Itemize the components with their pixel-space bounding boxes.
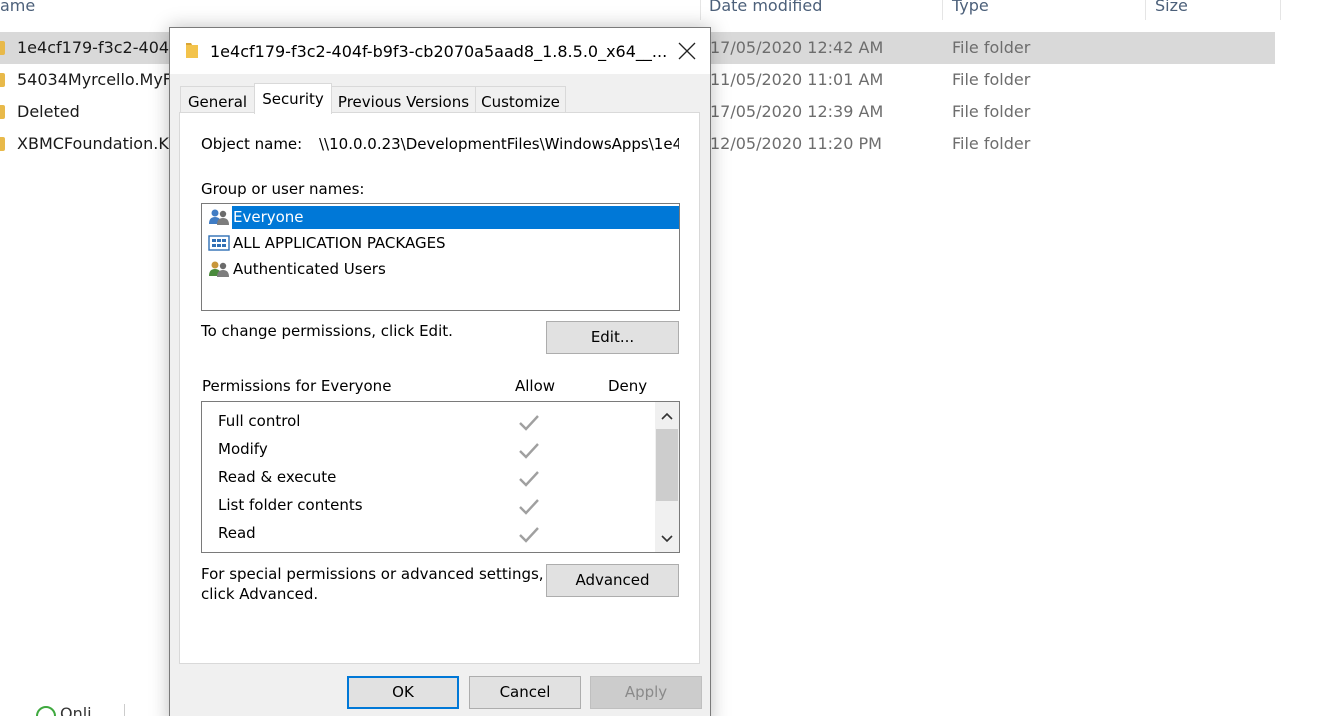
permission-name: Modify — [218, 440, 268, 458]
folder-icon — [0, 105, 5, 119]
list-item[interactable]: ALL APPLICATION PACKAGES — [206, 231, 676, 256]
column-separator[interactable] — [1145, 0, 1146, 20]
group-names-label: Group or user names: — [201, 180, 365, 198]
allow-check-icon — [519, 499, 539, 515]
file-name: 54034Myrcello.MyF — [17, 70, 172, 89]
column-header-size[interactable]: Size — [1155, 0, 1188, 16]
properties-dialog: 1e4cf179-f3c2-404f-b9f3-cb2070a5aad8_1.8… — [169, 27, 711, 716]
column-separator[interactable] — [1280, 0, 1281, 20]
file-name: 1e4cf179-f3c2-404f — [17, 38, 175, 57]
allow-check-icon — [519, 527, 539, 543]
file-date: 12/05/2020 11:20 PM — [710, 134, 882, 153]
permission-name: Read & execute — [218, 468, 337, 486]
special-permissions-text-line1: For special permissions or advanced sett… — [201, 565, 544, 583]
group-name: Everyone — [232, 206, 679, 229]
app-packages-icon — [208, 235, 230, 251]
allow-check-icon — [519, 443, 539, 459]
dialog-title: 1e4cf179-f3c2-404f-b9f3-cb2070a5aad8_1.8… — [210, 42, 668, 61]
column-separator[interactable] — [700, 0, 701, 20]
permissions-list[interactable]: Full control Modify Read & execute List … — [201, 401, 680, 553]
file-type: File folder — [952, 134, 1031, 153]
group-user-listbox[interactable]: Everyone ALL APPLICATION PACKAGES Authen… — [201, 203, 680, 311]
permission-name: Full control — [218, 412, 301, 430]
object-name-value: \\10.0.0.23\DevelopmentFiles\WindowsApps… — [319, 135, 679, 153]
chevron-down-icon — [661, 535, 673, 543]
file-date: 11/05/2020 11:01 AM — [710, 70, 884, 89]
object-name-label: Object name: — [201, 135, 303, 153]
column-header-date[interactable]: Date modified — [709, 0, 822, 16]
file-type: File folder — [952, 102, 1031, 121]
file-name: XBMCFoundation.K — [17, 134, 169, 153]
allow-column-header: Allow — [515, 377, 556, 395]
advanced-button[interactable]: Advanced — [546, 564, 679, 597]
file-date: 17/05/2020 12:42 AM — [710, 38, 884, 57]
scroll-down-button[interactable] — [655, 527, 679, 551]
permissions-scrollbar[interactable] — [655, 402, 679, 552]
list-item[interactable]: Authenticated Users — [206, 257, 676, 282]
column-header-name[interactable]: ame — [0, 0, 35, 16]
security-panel: Object name: \\10.0.0.23\DevelopmentFile… — [179, 112, 700, 664]
permission-row: Modify — [202, 434, 652, 462]
file-type: File folder — [952, 70, 1031, 89]
scroll-up-button[interactable] — [655, 404, 679, 428]
tab-general[interactable]: General — [180, 86, 255, 114]
folder-icon — [0, 137, 5, 151]
permission-name: Read — [218, 524, 256, 542]
close-icon — [678, 42, 696, 60]
deny-column-header: Deny — [608, 377, 648, 395]
tab-security[interactable]: Security — [254, 83, 332, 114]
chevron-up-icon — [661, 412, 673, 420]
permissions-for-label: Permissions for Everyone — [202, 377, 392, 395]
apply-button[interactable]: Apply — [590, 676, 702, 709]
cancel-button[interactable]: Cancel — [469, 676, 581, 709]
status-divider — [124, 704, 125, 716]
authenticated-users-icon — [209, 261, 229, 277]
close-button[interactable] — [664, 28, 710, 74]
file-type: File folder — [952, 38, 1031, 57]
group-name: ALL APPLICATION PACKAGES — [233, 234, 446, 252]
tab-previous-versions[interactable]: Previous Versions — [331, 86, 476, 114]
folder-icon — [0, 73, 5, 87]
folder-icon — [186, 43, 198, 58]
list-item[interactable]: Everyone — [206, 205, 679, 230]
permission-row: Read & execute — [202, 462, 652, 490]
tab-customize[interactable]: Customize — [475, 86, 566, 114]
file-name: Deleted — [17, 102, 80, 121]
dialog-titlebar[interactable]: 1e4cf179-f3c2-404f-b9f3-cb2070a5aad8_1.8… — [170, 28, 710, 74]
users-group-icon — [209, 209, 229, 225]
status-text: Onli — [60, 704, 92, 716]
folder-icon — [0, 41, 5, 55]
scroll-thumb[interactable] — [656, 429, 678, 501]
column-separator[interactable] — [942, 0, 943, 20]
ok-button[interactable]: OK — [347, 676, 459, 709]
edit-button[interactable]: Edit... — [546, 321, 679, 354]
allow-check-icon — [519, 415, 539, 431]
sync-status-icon — [36, 706, 56, 716]
change-permissions-text: To change permissions, click Edit. — [201, 322, 453, 340]
group-name: Authenticated Users — [233, 260, 386, 278]
permission-name: List folder contents — [218, 496, 363, 514]
permission-row: List folder contents — [202, 490, 652, 518]
file-date: 17/05/2020 12:39 AM — [710, 102, 884, 121]
column-header-type[interactable]: Type — [952, 0, 989, 16]
permission-row: Full control — [202, 406, 652, 434]
permission-row: Read — [202, 518, 652, 546]
special-permissions-text-line2: click Advanced. — [201, 585, 319, 603]
allow-check-icon — [519, 471, 539, 487]
